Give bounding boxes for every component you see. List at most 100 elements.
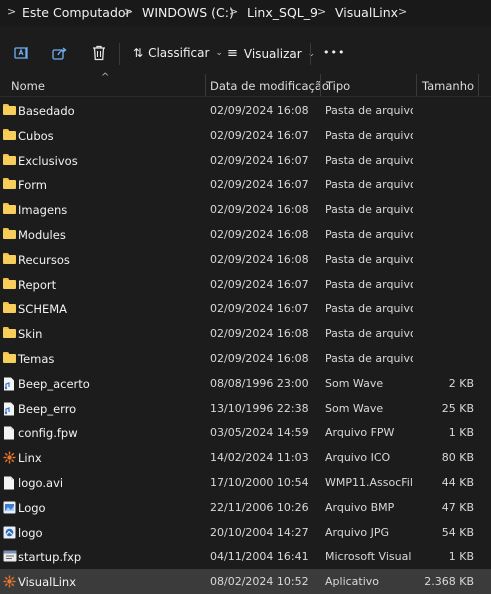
file-row[interactable]: Form 02/09/2024 16:07 Pasta de arquivos bbox=[0, 172, 491, 197]
file-row[interactable]: logo 20/10/2004 14:27 Arquivo JPG 54 KB bbox=[0, 520, 491, 545]
file-type: Arquivo ICO bbox=[325, 451, 391, 465]
file-row[interactable]: Temas 02/09/2024 16:08 Pasta de arquivos bbox=[0, 346, 491, 371]
chevron-right-icon[interactable]: > bbox=[398, 5, 407, 18]
file-size: 47 KB bbox=[441, 500, 474, 514]
file-date-modified: 04/11/2004 16:41 bbox=[210, 550, 309, 564]
file-row[interactable]: Report 02/09/2024 16:07 Pasta de arquivos bbox=[0, 272, 491, 297]
file-type: WMP11.AssocFile.... bbox=[325, 475, 413, 489]
file-name: Cubos bbox=[18, 128, 54, 143]
column-name[interactable]: Nome bbox=[11, 79, 45, 93]
chevron-right-icon[interactable]: > bbox=[7, 5, 16, 18]
file-row[interactable]: logo.avi 17/10/2000 10:54 WMP11.AssocFile.… bbox=[0, 470, 491, 495]
file-type: Pasta de arquivos bbox=[325, 227, 413, 241]
column-header: ^ Nome Data de modificação Tipo Tamanho bbox=[0, 72, 491, 97]
toolbar-divider bbox=[310, 43, 311, 65]
breadcrumb-item[interactable]: WINDOWS (C:) bbox=[142, 5, 234, 20]
file-date-modified: 02/09/2024 16:07 bbox=[210, 128, 309, 142]
column-size[interactable]: Tamanho bbox=[422, 79, 474, 93]
file-name: VisualLinx bbox=[18, 575, 77, 590]
file-type: Som Wave bbox=[325, 401, 384, 415]
file-row[interactable]: VisualLinx 08/02/2024 10:52 Aplicativo 2.36… bbox=[0, 569, 491, 594]
file-date-modified: 02/09/2024 16:07 bbox=[210, 302, 309, 316]
file-name: Logo bbox=[18, 500, 46, 515]
file-name: Beep_erro bbox=[18, 401, 77, 416]
file-row[interactable]: Beep_acerto 08/08/1996 23:00 Som Wave 2 KB bbox=[0, 371, 491, 396]
more-options-button[interactable]: ••• bbox=[323, 46, 345, 59]
file-type: Pasta de arquivos bbox=[325, 153, 413, 167]
column-type[interactable]: Tipo bbox=[326, 79, 350, 93]
folder-icon bbox=[3, 327, 16, 339]
breadcrumb: > Este Computador > WINDOWS (C:) > Linx_… bbox=[0, 0, 491, 26]
file-date-modified: 13/10/1996 22:38 bbox=[210, 401, 309, 415]
folder-icon bbox=[3, 252, 16, 265]
toolbar-divider bbox=[119, 43, 120, 65]
file-row[interactable]: config.fpw 03/05/2024 14:59 Arquivo FPW 1 K… bbox=[0, 420, 491, 445]
chevron-down-icon: ⌄ bbox=[307, 48, 316, 59]
file-type: Pasta de arquivos bbox=[325, 302, 413, 316]
file-size: 80 KB bbox=[441, 451, 474, 465]
breadcrumb-item[interactable]: Linx_SQL_9 bbox=[247, 5, 318, 20]
bmp-image-icon bbox=[3, 501, 16, 514]
file-type: Microsoft Visual F... bbox=[325, 550, 413, 564]
linx-icon bbox=[3, 575, 16, 588]
fxp-file-icon bbox=[3, 550, 17, 562]
file-row[interactable]: Beep_erro 13/10/1996 22:38 Som Wave 25 KB bbox=[0, 396, 491, 421]
file-row[interactable]: Exclusivos 02/09/2024 16:07 Pasta de arqui… bbox=[0, 148, 491, 173]
chevron-right-icon[interactable]: > bbox=[124, 5, 133, 18]
chevron-right-icon[interactable]: > bbox=[317, 5, 326, 18]
file-name: Form bbox=[18, 178, 47, 193]
sort-button[interactable]: ⇅ Classificar ⌄ bbox=[133, 46, 223, 60]
file-size: 1 KB bbox=[448, 550, 474, 564]
file-type: Pasta de arquivos bbox=[325, 128, 413, 142]
view-button[interactable]: ≡ Visualizar ⌄ bbox=[227, 46, 315, 61]
folder-icon bbox=[3, 227, 16, 240]
file-row[interactable]: Skin 02/09/2024 16:08 Pasta de arquivos bbox=[0, 321, 491, 346]
file-name: Modules bbox=[18, 227, 66, 242]
folder-icon bbox=[3, 302, 16, 314]
column-divider[interactable] bbox=[320, 74, 321, 96]
file-size: 25 KB bbox=[441, 401, 474, 415]
file-date-modified: 22/11/2006 10:26 bbox=[210, 500, 309, 514]
file-type: Arquivo JPG bbox=[325, 525, 390, 539]
sort-label: Classificar bbox=[148, 46, 210, 60]
file-size: 44 KB bbox=[441, 475, 474, 489]
rename-icon[interactable] bbox=[14, 46, 30, 63]
file-size: 1 KB bbox=[448, 426, 474, 440]
folder-icon bbox=[3, 277, 16, 290]
file-date-modified: 02/09/2024 16:08 bbox=[210, 252, 309, 266]
file-date-modified: 03/05/2024 14:59 bbox=[210, 426, 309, 440]
file-row[interactable]: Linx 14/02/2024 11:03 Arquivo ICO 80 KB bbox=[0, 445, 491, 470]
column-divider[interactable] bbox=[478, 74, 479, 96]
file-type: Pasta de arquivos bbox=[325, 203, 413, 217]
file-row[interactable]: SCHEMA 02/09/2024 16:07 Pasta de arquivos bbox=[0, 296, 491, 321]
file-date-modified: 20/10/2004 14:27 bbox=[210, 525, 309, 539]
folder-icon bbox=[3, 203, 16, 215]
file-size: 54 KB bbox=[441, 525, 474, 539]
file-type: Pasta de arquivos bbox=[325, 351, 413, 365]
file-row[interactable]: Basedado 02/09/2024 16:08 Pasta de arquivo… bbox=[0, 98, 491, 123]
column-divider[interactable] bbox=[205, 74, 206, 96]
file-type: Aplicativo bbox=[325, 575, 380, 589]
chevron-right-icon[interactable]: > bbox=[229, 5, 238, 18]
file-row[interactable]: Imagens 02/09/2024 16:08 Pasta de arquivos bbox=[0, 197, 491, 222]
file-row[interactable]: Logo 22/11/2006 10:26 Arquivo BMP 47 KB bbox=[0, 495, 491, 520]
file-name: Skin bbox=[18, 327, 43, 342]
file-row[interactable]: Modules 02/09/2024 16:08 Pasta de arquivos bbox=[0, 222, 491, 247]
view-label: Visualizar bbox=[243, 46, 302, 61]
file-type: Pasta de arquivos bbox=[325, 104, 413, 117]
file-row[interactable]: Cubos 02/09/2024 16:07 Pasta de arquivos bbox=[0, 123, 491, 148]
share-icon[interactable] bbox=[52, 46, 68, 63]
breadcrumb-item[interactable]: VisualLinx bbox=[335, 5, 398, 20]
file-name: SCHEMA bbox=[18, 302, 68, 317]
column-divider[interactable] bbox=[416, 74, 417, 96]
file-name: Imagens bbox=[18, 203, 68, 218]
breadcrumb-item[interactable]: Este Computador bbox=[22, 5, 131, 20]
file-row[interactable]: Recursos 02/09/2024 16:08 Pasta de arquivo… bbox=[0, 247, 491, 272]
file-row[interactable]: startup.fxp 04/11/2004 16:41 Microsoft Vis… bbox=[0, 544, 491, 569]
delete-icon[interactable] bbox=[92, 45, 106, 64]
column-date[interactable]: Data de modificação bbox=[210, 79, 329, 93]
file-date-modified: 02/09/2024 16:08 bbox=[210, 203, 309, 217]
file-name: Report bbox=[18, 277, 57, 292]
file-size: 2.368 KB bbox=[424, 575, 474, 589]
file-type: Pasta de arquivos bbox=[325, 327, 413, 341]
